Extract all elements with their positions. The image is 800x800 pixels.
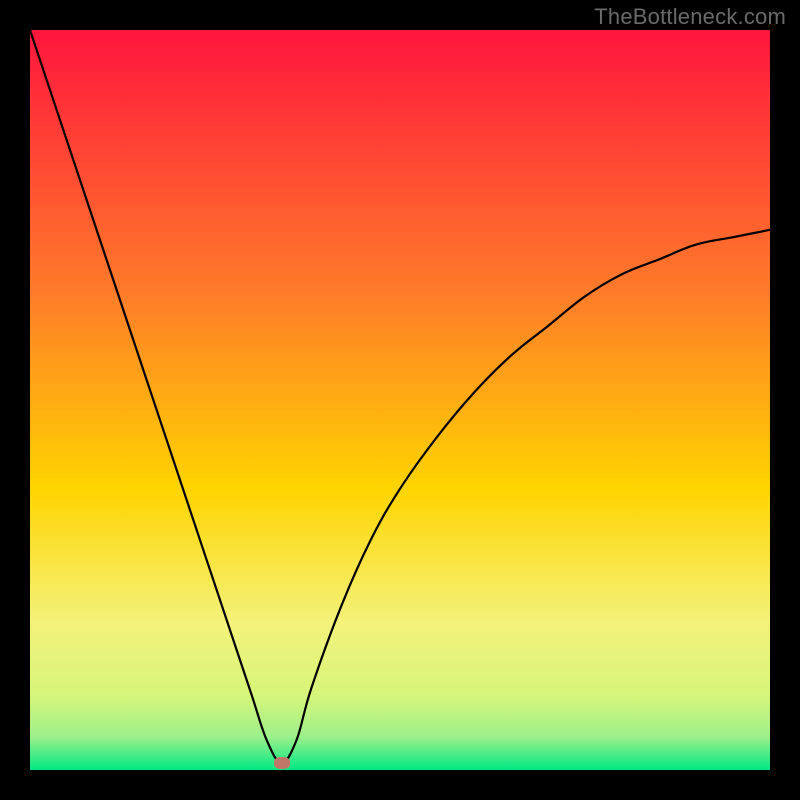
plot-area	[30, 30, 770, 770]
chart-frame: TheBottleneck.com	[0, 0, 800, 800]
gradient-background	[30, 30, 770, 770]
minimum-marker-icon	[274, 757, 290, 769]
watermark-text: TheBottleneck.com	[594, 4, 786, 30]
plot-svg	[30, 30, 770, 770]
